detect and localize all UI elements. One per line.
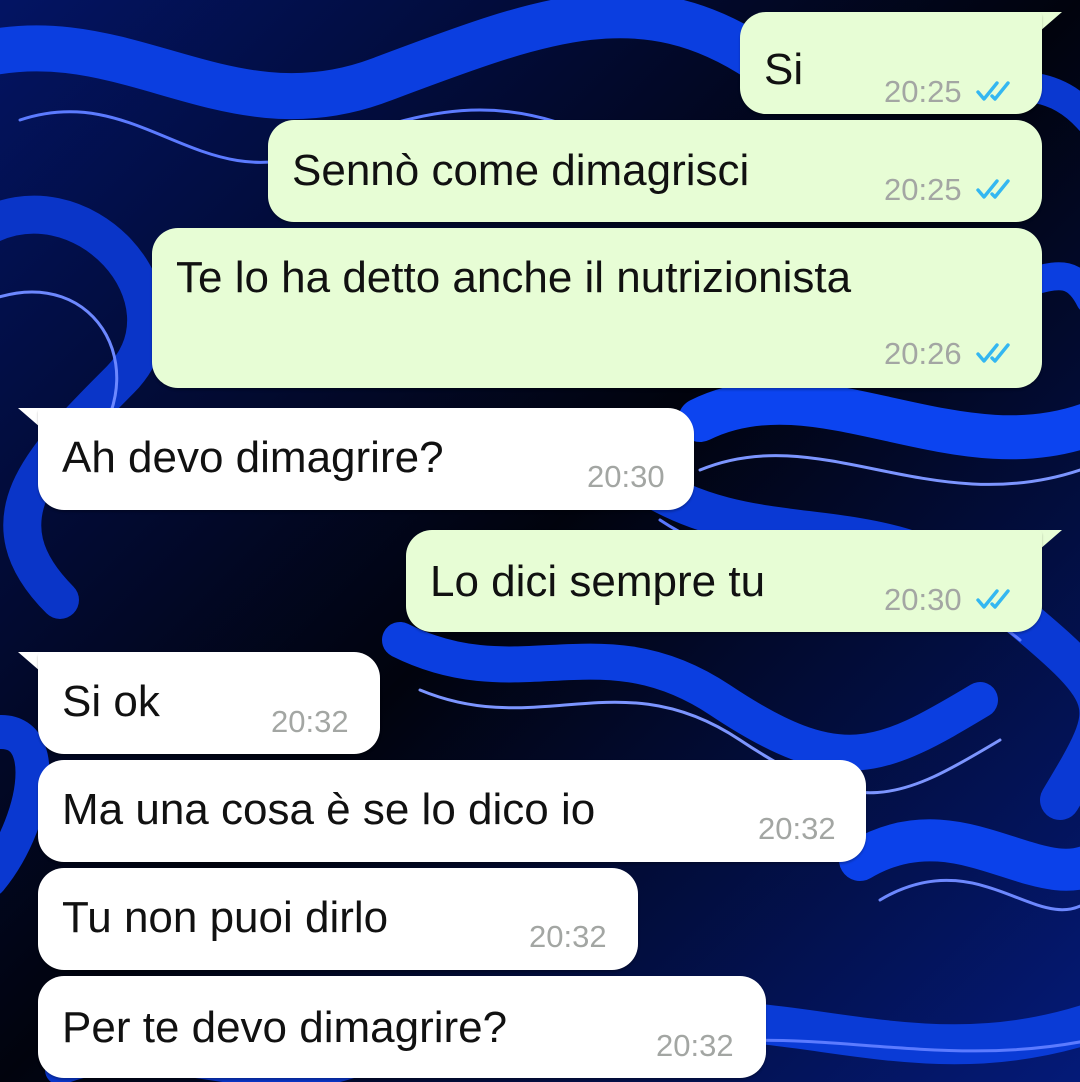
message-outgoing[interactable]: Si 20:25 [740,12,1042,114]
double-check-icon [976,179,1010,199]
message-outgoing[interactable]: Te lo ha detto anche il nutrizionista 20… [152,228,1042,388]
message-incoming[interactable]: Ah devo dimagrire? 20:30 [38,408,694,510]
chat-area[interactable]: Si 20:25 Sennò come dimagrisci 20:25 Te … [0,0,1080,1082]
double-check-icon [976,81,1010,101]
message-outgoing[interactable]: Sennò come dimagrisci 20:25 [268,120,1042,222]
message-text: Te lo ha detto anche il nutrizionista [176,253,852,302]
message-timestamp: 20:26 [884,336,962,371]
message-timestamp: 20:25 [884,74,962,109]
message-text: Ah devo dimagrire? [62,433,444,482]
message-timestamp: 20:32 [271,704,349,739]
message-timestamp: 20:32 [656,1028,734,1063]
message-incoming[interactable]: Per te devo dimagrire? 20:32 [38,976,766,1078]
message-text: Si ok [62,677,160,726]
message-timestamp: 20:30 [884,582,962,617]
message-timestamp: 20:30 [587,459,665,494]
message-text: Per te devo dimagrire? [62,1003,508,1052]
message-timestamp: 20:25 [884,172,962,207]
message-timestamp: 20:32 [529,919,607,954]
message-incoming[interactable]: Tu non puoi dirlo 20:32 [38,868,638,970]
message-text: Sennò come dimagrisci [292,146,750,195]
message-incoming[interactable]: Ma una cosa è se lo dico io 20:32 [38,760,866,862]
message-outgoing[interactable]: Lo dici sempre tu 20:30 [406,530,1042,632]
message-text: Ma una cosa è se lo dico io [62,785,596,834]
double-check-icon [976,589,1010,609]
message-timestamp: 20:32 [758,811,836,846]
message-text: Tu non puoi dirlo [62,893,389,942]
message-text: Lo dici sempre tu [430,557,766,606]
message-incoming[interactable]: Si ok 20:32 [38,652,380,754]
message-text: Si [764,45,804,94]
double-check-icon [976,343,1010,363]
